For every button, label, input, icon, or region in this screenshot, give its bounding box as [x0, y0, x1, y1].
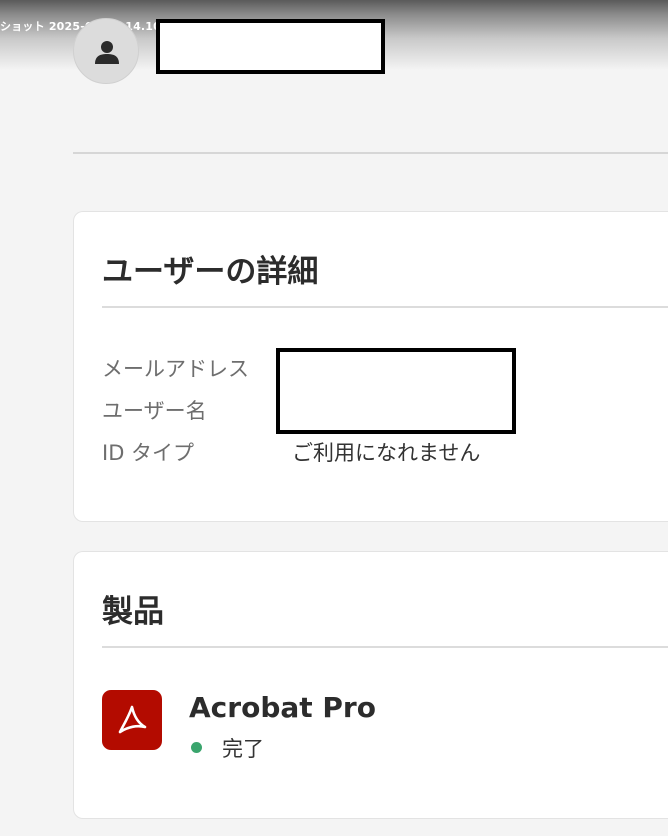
product-status: 完了	[222, 737, 264, 761]
user-icon	[95, 41, 119, 64]
acrobat-glyph-icon	[118, 705, 147, 734]
user-details-title: ユーザーの詳細	[102, 254, 319, 290]
card-divider	[102, 646, 668, 648]
id-type-value: ご利用になれません	[292, 441, 481, 465]
acrobat-icon[interactable]	[102, 690, 162, 750]
id-type-label: ID タイプ	[102, 441, 195, 465]
email-label: メールアドレス	[102, 357, 249, 381]
status-dot-icon	[191, 742, 202, 753]
header-divider	[73, 152, 668, 154]
avatar[interactable]	[73, 18, 139, 84]
products-title: 製品	[102, 594, 164, 630]
redacted-email-username	[276, 348, 516, 434]
products-card: 製品 Acrobat Pro 完了	[73, 551, 668, 819]
product-name[interactable]: Acrobat Pro	[189, 691, 376, 724]
redacted-user-name	[156, 19, 385, 74]
user-details-card: ユーザーの詳細 メールアドレス ユーザー名 ID タイプ ご利用になれません	[73, 211, 668, 522]
username-label: ユーザー名	[102, 399, 207, 423]
card-divider	[102, 306, 668, 308]
